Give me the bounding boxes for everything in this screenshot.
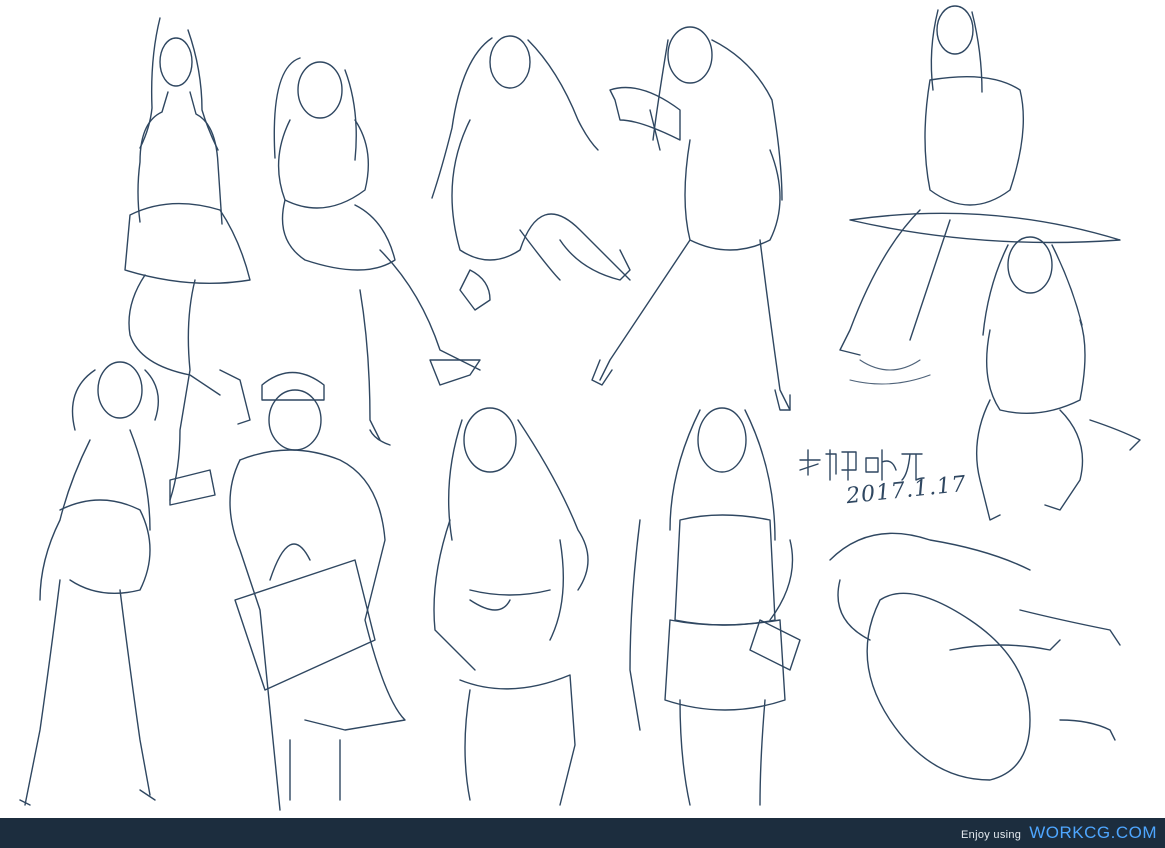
footer-prefix-text: Enjoy using bbox=[961, 829, 1022, 841]
figure-sketches bbox=[19, 5, 1141, 811]
figure-sketch bbox=[629, 407, 801, 806]
figure-sketch bbox=[433, 407, 589, 806]
sketch-artwork bbox=[0, 0, 1165, 818]
figure-sketch bbox=[431, 35, 631, 311]
figure-sketch bbox=[839, 5, 1121, 385]
figure-sketch bbox=[591, 26, 791, 411]
figure-sketch bbox=[124, 17, 251, 506]
footer-site-link[interactable]: WORKCG.COM bbox=[1029, 823, 1157, 843]
figure-sketch bbox=[976, 236, 1141, 521]
watermark-footer: Enjoy using WORKCG.COM bbox=[0, 818, 1165, 848]
figure-sketch bbox=[19, 361, 159, 806]
figure-sketch bbox=[273, 57, 481, 446]
figure-sketch bbox=[829, 532, 1121, 781]
